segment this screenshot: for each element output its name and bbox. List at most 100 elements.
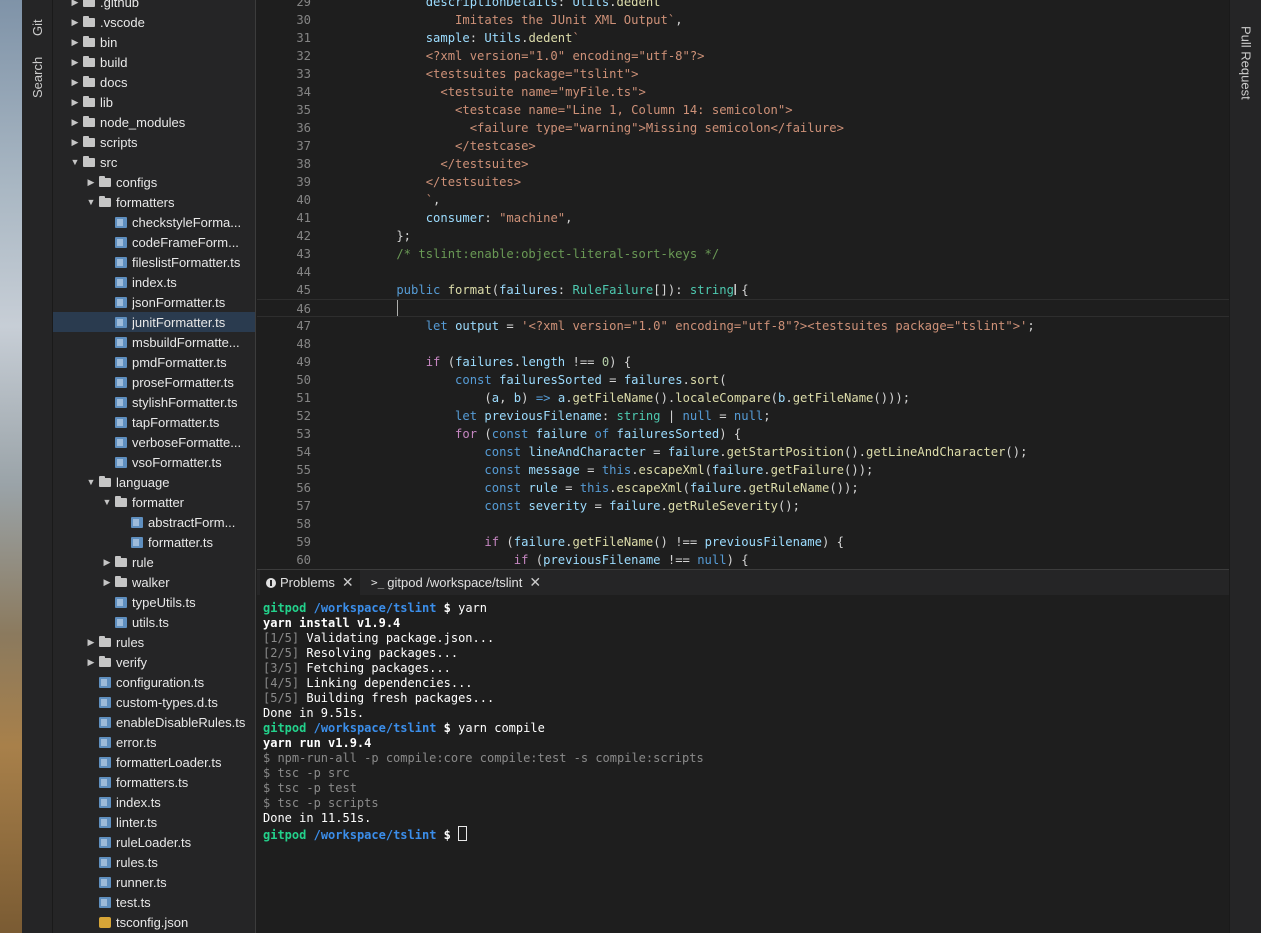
chevron-right-icon[interactable]: ▶ (99, 577, 115, 588)
tree-file[interactable]: fileslistFormatter.ts (53, 252, 255, 272)
tree-file[interactable]: enableDisableRules.ts (53, 712, 255, 732)
tree-file[interactable]: checkstyleForma... (53, 212, 255, 232)
typescript-file-icon (115, 336, 127, 348)
close-icon[interactable]: ✕ (529, 574, 541, 591)
terminal-line: Done in 9.51s. (263, 706, 364, 721)
code-line: 37 </testcase> (257, 137, 1229, 155)
tree-folder[interactable]: ▼ formatter (53, 492, 255, 512)
tree-folder[interactable]: ▶ configs (53, 172, 255, 192)
code-token: ()); (844, 463, 874, 477)
tree-item-label: tsconfig.json (116, 914, 189, 930)
typescript-file-icon (115, 236, 127, 248)
tree-folder[interactable]: ▶ rules (53, 632, 255, 652)
tree-file[interactable]: abstractForm... (53, 512, 255, 532)
code-text: consumer: "machine", (367, 209, 573, 227)
chevron-down-icon[interactable]: ▼ (99, 497, 115, 507)
tree-file[interactable]: formatter.ts (53, 532, 255, 552)
mouse-ibeam-icon: I (733, 281, 738, 299)
tree-file[interactable]: utils.ts (53, 612, 255, 632)
chevron-right-icon[interactable]: ▶ (67, 37, 83, 48)
code-token: RuleFailure (572, 283, 654, 297)
tree-folder[interactable]: ▶ rule (53, 552, 255, 572)
tree-file[interactable]: pmdFormatter.ts (53, 352, 255, 372)
terminal-text: [2/5] (263, 646, 300, 660)
tree-file[interactable]: tsconfig.json (53, 912, 255, 932)
pull-request-tab[interactable]: Pull Request (1230, 26, 1261, 104)
chevron-right-icon[interactable]: ▶ (67, 97, 83, 108)
code-line: 32 <?xml version="1.0" encoding="utf-8"?… (257, 47, 1229, 65)
tree-folder[interactable]: ▶ .github (53, 0, 255, 12)
right-tab-partial[interactable] (1230, 0, 1261, 8)
line-number: 51 (296, 391, 311, 405)
code-token: null (733, 409, 764, 423)
tree-file[interactable]: verboseFormatte... (53, 432, 255, 452)
chevron-right-icon[interactable]: ▶ (83, 657, 99, 668)
tree-file[interactable]: msbuildFormatte... (53, 332, 255, 352)
tree-folder[interactable]: ▶ scripts (53, 132, 255, 152)
tree-folder[interactable]: ▶ docs (53, 72, 255, 92)
terminal-line: gitpod /workspace/tslint $ yarn compile (263, 721, 545, 736)
tree-file[interactable]: ruleLoader.ts (53, 832, 255, 852)
tree-folder[interactable]: ▼ src (53, 152, 255, 172)
tab-problems[interactable]: Problems ✕ (260, 570, 360, 595)
tree-folder[interactable]: ▶ bin (53, 32, 255, 52)
tree-folder[interactable]: ▶ build (53, 52, 255, 72)
code-token: failures (499, 283, 558, 297)
chevron-down-icon[interactable]: ▼ (83, 197, 99, 207)
code-editor[interactable]: 29 descriptionDetails: Utils.dedent` 30 I… (257, 0, 1229, 569)
tree-file[interactable]: proseFormatter.ts (53, 372, 255, 392)
chevron-right-icon[interactable]: ▶ (67, 77, 83, 88)
tab-terminal[interactable]: >_ gitpod /workspace/tslint ✕ (365, 570, 547, 595)
tree-file[interactable]: vsoFormatter.ts (53, 452, 255, 472)
tree-file[interactable]: junitFormatter.ts (53, 312, 255, 332)
chevron-right-icon[interactable]: ▶ (67, 57, 83, 68)
typescript-file-icon (115, 436, 127, 448)
line-number: 49 (296, 355, 311, 369)
chevron-down-icon[interactable]: ▼ (67, 157, 83, 167)
terminal-text: Fetching packages... (299, 661, 451, 675)
code-token: ( (770, 391, 778, 405)
chevron-right-icon[interactable]: ▶ (67, 17, 83, 28)
chevron-right-icon[interactable]: ▶ (83, 177, 99, 188)
tree-file[interactable]: custom-types.d.ts (53, 692, 255, 712)
code-token: descriptionDetails (367, 0, 558, 9)
tree-file[interactable]: test.ts (53, 892, 255, 912)
tree-folder[interactable]: ▶ .vscode (53, 12, 255, 32)
tree-folder[interactable]: ▶ verify (53, 652, 255, 672)
chevron-right-icon[interactable]: ▶ (83, 637, 99, 648)
search-tab[interactable]: Search (22, 52, 53, 98)
tree-folder[interactable]: ▶ lib (53, 92, 255, 112)
chevron-right-icon[interactable]: ▶ (99, 557, 115, 568)
tree-file[interactable]: stylishFormatter.ts (53, 392, 255, 412)
tree-file[interactable]: typeUtils.ts (53, 592, 255, 612)
code-line: 31 sample: Utils.dedent` (257, 29, 1229, 47)
chevron-down-icon[interactable]: ▼ (83, 477, 99, 487)
terminal[interactable]: gitpod /workspace/tslint $ yarn yarn inst… (257, 595, 1229, 933)
tree-folder[interactable]: ▼ formatters (53, 192, 255, 212)
tree-file[interactable]: runner.ts (53, 872, 255, 892)
tree-file[interactable]: formatterLoader.ts (53, 752, 255, 772)
tree-file[interactable]: linter.ts (53, 812, 255, 832)
chevron-right-icon[interactable]: ▶ (67, 137, 83, 148)
chevron-right-icon[interactable]: ▶ (67, 0, 83, 8)
code-token: getFailure (770, 463, 845, 477)
line-number: 43 (296, 247, 311, 261)
tree-folder[interactable]: ▶ walker (53, 572, 255, 592)
code-token: ` (572, 31, 580, 45)
tree-file[interactable]: error.ts (53, 732, 255, 752)
tree-file[interactable]: formatters.ts (53, 772, 255, 792)
line-number: 58 (296, 517, 311, 531)
tree-item-label: error.ts (116, 734, 157, 750)
git-tab[interactable]: Git (22, 10, 53, 36)
chevron-right-icon[interactable]: ▶ (67, 117, 83, 128)
close-icon[interactable]: ✕ (342, 574, 354, 591)
tree-file[interactable]: tapFormatter.ts (53, 412, 255, 432)
tree-folder[interactable]: ▼ language (53, 472, 255, 492)
tree-file[interactable]: index.ts (53, 792, 255, 812)
tree-file[interactable]: jsonFormatter.ts (53, 292, 255, 312)
tree-file[interactable]: index.ts (53, 272, 255, 292)
tree-file[interactable]: codeFrameForm... (53, 232, 255, 252)
tree-folder[interactable]: ▶ node_modules (53, 112, 255, 132)
tree-file[interactable]: configuration.ts (53, 672, 255, 692)
tree-file[interactable]: rules.ts (53, 852, 255, 872)
